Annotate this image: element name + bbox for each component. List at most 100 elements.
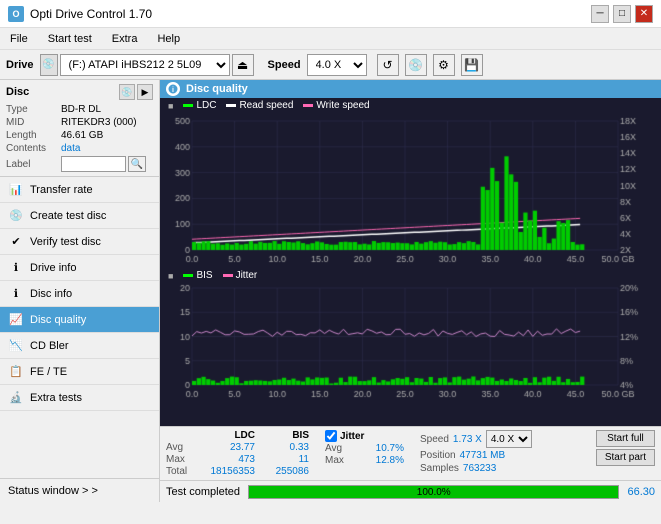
bottom-chart-area xyxy=(160,283,661,403)
sidebar-item-transfer-rate[interactable]: 📊 Transfer rate xyxy=(0,177,159,203)
sidebar-item-verify-test-disc[interactable]: ✔ Verify test disc xyxy=(0,229,159,255)
verify-test-disc-icon: ✔ xyxy=(8,234,24,250)
app-icon: O xyxy=(8,6,24,22)
disc-title: Disc xyxy=(6,86,29,98)
menu-help[interactable]: Help xyxy=(151,31,186,47)
refresh-button[interactable]: ↺ xyxy=(377,54,399,76)
fe-te-icon: 📋 xyxy=(8,364,24,380)
bottom-chart-canvas xyxy=(160,283,650,403)
eject-button[interactable]: ⏏ xyxy=(232,54,254,76)
bottom-bar: Test completed 100.0% 66.30 xyxy=(160,480,661,502)
menu-start-test[interactable]: Start test xyxy=(42,31,98,47)
stats-header-row: LDC BIS xyxy=(166,430,309,441)
minimize-button[interactable]: ─ xyxy=(591,5,609,23)
disc-label-btn[interactable]: 🔍 xyxy=(128,156,146,172)
top-chart-legend: ■ LDC Read speed Write speed xyxy=(160,98,661,113)
close-button[interactable]: ✕ xyxy=(635,5,653,23)
bis-avg: 0.33 xyxy=(259,442,309,453)
transfer-rate-icon: 📊 xyxy=(8,182,24,198)
disc-type-row: Type BD-R DL xyxy=(6,104,153,115)
start-full-button[interactable]: Start full xyxy=(596,430,655,447)
title-bar: O Opti Drive Control 1.70 ─ □ ✕ xyxy=(0,0,661,28)
disc-length-row: Length 46.61 GB xyxy=(6,130,153,141)
bottom-chart-legend: ■ BIS Jitter xyxy=(160,268,661,283)
speed-label: Speed xyxy=(268,59,301,71)
legend-bis-dot xyxy=(183,274,193,277)
drive-icon: 💿 xyxy=(40,54,58,76)
jitter-max-row: Max 12.8% xyxy=(325,455,404,466)
start-part-button[interactable]: Start part xyxy=(596,449,655,466)
sidebar-item-create-test-disc[interactable]: 💿 Create test disc xyxy=(0,203,159,229)
menu-extra[interactable]: Extra xyxy=(106,31,144,47)
save-button[interactable]: 💾 xyxy=(461,54,483,76)
menu-file[interactable]: File xyxy=(4,31,34,47)
top-chart-canvas xyxy=(160,113,650,268)
samples-label: Samples xyxy=(420,463,459,474)
legend-read-speed: Read speed xyxy=(226,100,293,111)
disc-button[interactable]: 💿 xyxy=(405,54,427,76)
disc-icon-btn-1[interactable]: 💿 xyxy=(119,84,135,100)
legend-jitter: Jitter xyxy=(223,270,258,281)
disc-length-val: 46.61 GB xyxy=(61,130,103,141)
main-area: Disc 💿 ▶ Type BD-R DL MID RITEKDR3 (000)… xyxy=(0,80,661,502)
stats-ldc-header: LDC xyxy=(200,430,255,441)
disc-type-val: BD-R DL xyxy=(61,104,101,115)
stats-bar: LDC BIS Avg 23.77 0.33 Max 473 11 Total … xyxy=(160,426,661,480)
sidebar-item-fe-te-label: FE / TE xyxy=(30,366,67,378)
sidebar-item-disc-info[interactable]: ℹ Disc info xyxy=(0,281,159,307)
position-value: 47731 MB xyxy=(460,450,506,461)
jitter-header: Jitter xyxy=(340,431,364,442)
legend-write-label: Write speed xyxy=(316,100,369,111)
disc-mid-row: MID RITEKDR3 (000) xyxy=(6,117,153,128)
bis-max: 11 xyxy=(259,454,309,465)
disc-label-input[interactable] xyxy=(61,156,126,172)
stats-bis-header: BIS xyxy=(259,430,309,441)
sidebar-item-cd-bler-label: CD Bler xyxy=(30,340,69,352)
drive-select[interactable]: (F:) ATAPI iHBS212 2 5L09 xyxy=(60,54,230,76)
sidebar-item-disc-quality[interactable]: 📈 Disc quality xyxy=(0,307,159,333)
sidebar: Disc 💿 ▶ Type BD-R DL MID RITEKDR3 (000)… xyxy=(0,80,160,502)
ldc-max: 473 xyxy=(200,454,255,465)
sidebar-item-create-test-disc-label: Create test disc xyxy=(30,210,106,222)
chart-title: Disc quality xyxy=(186,83,248,95)
total-label: Total xyxy=(166,466,196,477)
sidebar-item-extra-tests[interactable]: 🔬 Extra tests xyxy=(0,385,159,411)
legend-bis-label: BIS xyxy=(196,270,212,281)
stats-total-row: Total 18156353 255086 xyxy=(166,466,309,477)
samples-value: 763233 xyxy=(463,463,496,474)
jitter-avg-label: Avg xyxy=(325,443,355,454)
speed-mode-select[interactable]: 4.0 X xyxy=(486,430,532,448)
chart-header: i Disc quality xyxy=(160,80,661,98)
legend-write-speed: Write speed xyxy=(303,100,369,111)
sidebar-item-fe-te[interactable]: 📋 FE / TE xyxy=(0,359,159,385)
status-window-button[interactable]: Status window > > xyxy=(0,478,159,502)
sidebar-item-verify-test-disc-label: Verify test disc xyxy=(30,236,101,248)
menu-bar: File Start test Extra Help xyxy=(0,28,661,50)
sidebar-item-drive-info-label: Drive info xyxy=(30,262,76,274)
legend-jitter-label: Jitter xyxy=(236,270,258,281)
sidebar-item-cd-bler[interactable]: 📉 CD Bler xyxy=(0,333,159,359)
maximize-button[interactable]: □ xyxy=(613,5,631,23)
sidebar-item-disc-quality-label: Disc quality xyxy=(30,314,86,326)
legend-jitter-dot xyxy=(223,274,233,277)
stats-max-row: Max 473 11 xyxy=(166,454,309,465)
jitter-checkbox[interactable] xyxy=(325,430,337,442)
progress-bar: 100.0% xyxy=(248,485,619,499)
speed-select[interactable]: 4.0 X xyxy=(307,54,367,76)
disc-mid-key: MID xyxy=(6,117,61,128)
extra-tests-icon: 🔬 xyxy=(8,390,24,406)
settings-button[interactable]: ⚙ xyxy=(433,54,455,76)
progress-percent: 100.0% xyxy=(249,486,618,500)
legend-read-dot xyxy=(226,104,236,107)
sidebar-item-transfer-rate-label: Transfer rate xyxy=(30,184,93,196)
disc-header: Disc 💿 ▶ xyxy=(6,84,153,100)
charts-area: ■ LDC Read speed Write speed xyxy=(160,98,661,426)
samples-row: Samples 763233 xyxy=(420,463,532,474)
speed-label: Speed xyxy=(420,434,449,445)
disc-info-icon: ℹ xyxy=(8,286,24,302)
top-chart-area xyxy=(160,113,661,268)
drive-bar: Drive 💿 (F:) ATAPI iHBS212 2 5L09 ⏏ Spee… xyxy=(0,50,661,80)
sidebar-item-drive-info[interactable]: ℹ Drive info xyxy=(0,255,159,281)
disc-icon-btn-2[interactable]: ▶ xyxy=(137,84,153,100)
sidebar-item-extra-tests-label: Extra tests xyxy=(30,392,82,404)
